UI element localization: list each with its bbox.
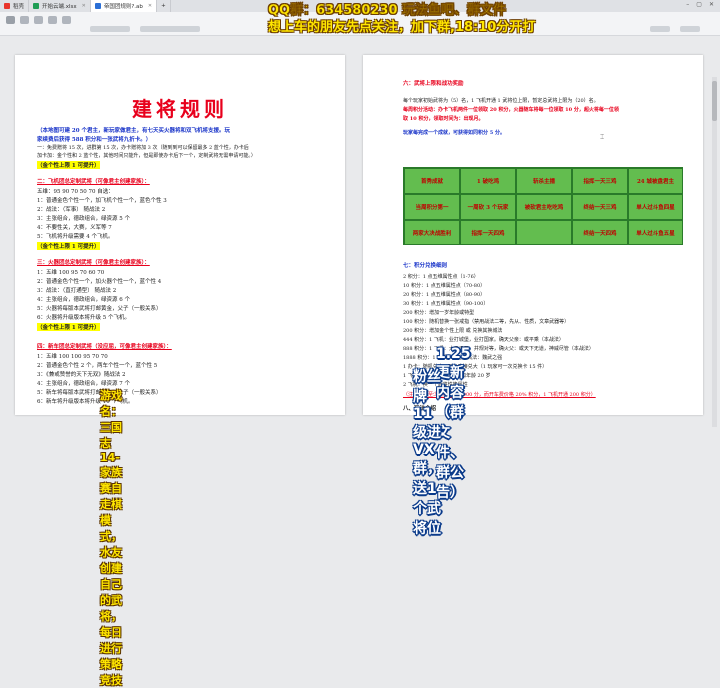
rule-line: 每个玩家初始武将为（5）名，1 飞机开通 1 武将位上限，暂定总武将上限为（20… xyxy=(403,98,599,104)
overlay-update-note: 1.25更新内容（群文件、群公告） xyxy=(436,346,471,501)
highlight-note: （金个性上限 1 可提升） xyxy=(37,323,100,331)
table-cell: 1 破吃鸡 xyxy=(460,168,516,194)
rule-line: 2：普通金色个性一个，加火器个性一个，蓝个性 4 xyxy=(37,279,162,285)
rule-line: 一：免费赠将 15 次，进群第 15 次，办卡赠将加 3 次（随到到可以保留最多… xyxy=(37,145,249,151)
section-heading: 六：武将上限和战功奖励 xyxy=(403,81,464,87)
spreadsheet-icon xyxy=(33,3,40,9)
rule-line: 每周积分活动：办卡飞机两件一位领取 20 积分，火器随车将每一位领取 10 分，… xyxy=(403,107,619,113)
rule-line: 5：火器将每版本武将打邮黄金，父子（一般关系） xyxy=(37,306,162,312)
rule-line: 4：主张组合，德政组合，绿资源 6 个 xyxy=(37,297,130,303)
rule-line: 加卡加：金个性和 2 蓝个性，其他时间只能升，但是即使办卡后下一个，定制武将无需… xyxy=(37,153,256,159)
table-cell: 斩杀主播 xyxy=(516,168,572,194)
rule-line: 2：普通金色个性 2 个，两车个性一个，蓝个性 5 xyxy=(37,363,158,369)
tab-daoke[interactable]: 稻壳 xyxy=(0,0,30,12)
rule-line: 888 积分：1 飞机：大于天亚，并规对等，确火父：或天下无道，神威尽管（本战法… xyxy=(403,346,594,352)
wps-logo-icon xyxy=(4,3,10,9)
rule-line: 1：普通金色个性一个，加飞机个性一个，蓝色个性 3 xyxy=(37,198,167,204)
rule-line: 3：主张组合，德政组合，绿资源 5 个 xyxy=(37,216,130,222)
more-icon[interactable] xyxy=(680,26,700,32)
rule-line: 3：《兼或赞誉的天下无双》随战法 2 xyxy=(37,372,126,378)
rule-line: 1：五维 100 95 70 60 70 xyxy=(37,270,105,276)
section-heading: 三：火器团总定制武将（可像君主创建家族）： xyxy=(37,260,150,266)
rule-line: 200 积分：增加一岁年龄或特型 xyxy=(403,310,475,316)
overlay-game-name: 游戏名：三国志14-家族赛自走棋模式，水友创建自己的武将，每日进行策略竞技 xyxy=(100,389,122,687)
table-cell: 指挥一天三鸡 xyxy=(572,168,628,194)
section-heading: 四：新车团总定制武将（没应屈，可像君主创建家族）： xyxy=(37,344,172,350)
overlay-fan-note: 粉丝牌11级进VX群，送1个武将位 xyxy=(413,369,441,537)
redo-icon[interactable] xyxy=(62,16,71,24)
rule-line: 玩家每完成一个成就，可获得如同积分 5 分。 xyxy=(403,130,505,136)
overlay-join-note: 想上车的朋友先点关注，加下群,18:10分开打 xyxy=(268,20,536,35)
share-icon[interactable] xyxy=(650,26,670,32)
tab-spreadsheet[interactable]: 开始云端.xlsx ✕ xyxy=(29,0,91,12)
rule-line: 4：不要性关，大赛，义军等 7 xyxy=(37,225,112,231)
rule-line: 五维：95 90 70 50 70 自选： xyxy=(37,189,114,195)
rule-line: 100 积分：随机替换一张戒指（禁用战法二等，先从、性质，文章武器等） xyxy=(403,319,570,325)
table-cell: 被砍君主吃吃鸡 xyxy=(516,194,572,220)
rule-line: 20 积分：1 点五维属性点（80-90） xyxy=(403,292,486,298)
document-page-right: 六：武将上限和战功奖励 每个玩家初始武将为（5）名，1 飞机开通 1 武将位上限… xyxy=(363,55,703,415)
table-cell: 指挥一天四鸡 xyxy=(460,220,516,245)
achievement-table: 首秀成就 1 破吃鸡 斩杀主播 指挥一天三鸡 24 城被盘君主 当周积分第一 一… xyxy=(403,167,683,245)
close-tab-icon[interactable]: ✕ xyxy=(82,3,86,9)
close-tab-icon[interactable]: ✕ xyxy=(148,3,152,9)
stream-overlay-top: QQ群：634580230 玩法鱼吧、群文件 想上车的朋友先点关注，加下群,18… xyxy=(268,2,535,36)
tab-document[interactable]: 帝国团规则?.ab ✕ xyxy=(90,0,158,12)
rule-line: 6：火器将升级版本将升级 5 个飞机。 xyxy=(37,315,130,321)
table-cell: 首秀成就 xyxy=(404,168,460,194)
document-page-left: 建将规则 （本地图可建 20 个君主，新玩家做君主，有七天买火器将和双飞机将支援… xyxy=(15,55,345,415)
table-cell: 终结一天四鸡 xyxy=(572,220,628,245)
rule-line: 4：主张组合，德政组合，绿资源 7 个 xyxy=(37,381,130,387)
table-cell: 终结一天三鸡 xyxy=(572,194,628,220)
save-icon[interactable] xyxy=(20,16,29,24)
section-heading: 二：飞机团总定制武将（可像君主创建家族）： xyxy=(37,179,150,185)
rule-line: 30 积分：1 点五维属性点（90-100） xyxy=(403,301,489,307)
rule-line: 3：战法：（直打通型） 随战法 2 xyxy=(37,288,117,294)
maximize-icon[interactable]: ▢ xyxy=(696,1,702,8)
table-cell xyxy=(516,220,572,245)
rule-line: 10 积分：1 点五维属性点（70-80） xyxy=(403,283,486,289)
cursor-icon: ⌶ xyxy=(600,133,605,141)
intro-line: （本地图可建 20 个君主，新玩家做君主，有七天买火器将和双飞机将支援。玩 xyxy=(37,128,230,134)
font-icon[interactable] xyxy=(140,26,200,32)
format-icon[interactable] xyxy=(90,26,130,32)
rule-line: 2 积分：1 点五维属性点（1-76） xyxy=(403,274,479,280)
vertical-scrollbar[interactable] xyxy=(712,77,717,427)
window-controls: – ▢ ✕ xyxy=(686,1,714,8)
minimize-icon[interactable]: – xyxy=(686,1,689,8)
rule-line: 5：飞机将升级需要 4 个飞机。 xyxy=(37,234,114,240)
tab-label: 稻壳 xyxy=(13,4,25,10)
table-cell: 单人过斗鱼五星 xyxy=(628,220,683,245)
tab-label: 帝国团规则?.ab xyxy=(103,4,143,10)
scrollbar-thumb[interactable] xyxy=(712,81,717,121)
rule-line: 444 积分：1 飞机：业打城堡，业打国家。确天父亲：或平乘（本战法） xyxy=(403,337,564,343)
document-workspace[interactable]: 建将规则 （本地图可建 20 个君主，新玩家做君主，有七天买火器将和双飞机将支援… xyxy=(0,37,720,427)
tab-label: 开始云端.xlsx xyxy=(42,4,77,10)
intro-line: 家续费后获得 588 积分和一张武将九折卡。） xyxy=(37,137,152,143)
table-cell: 单人过斗鱼四星 xyxy=(628,194,683,220)
table-cell: 当周积分第一 xyxy=(404,194,460,220)
rule-line: 200 积分：增加金个性上限 或 兑换其换城法 xyxy=(403,328,503,334)
print-icon[interactable] xyxy=(34,16,43,24)
undo-icon[interactable] xyxy=(48,16,57,24)
rule-line: 1：五维 100 100 95 70 70 xyxy=(37,354,108,360)
table-cell: 24 城被盘君主 xyxy=(628,168,683,194)
highlight-note: （金个性上限 1 可提升） xyxy=(37,242,100,250)
rule-line: 取 10 积分，领取时间为：出现月。 xyxy=(403,116,484,122)
overlay-qq-group: QQ群：634580230 玩法鱼吧、群文件 xyxy=(268,3,507,18)
highlight-note: （金个性上限 1 可提升） xyxy=(37,161,100,169)
menu-icon[interactable] xyxy=(6,16,15,24)
section-heading: 七：积分兑换细则 xyxy=(403,263,448,269)
document-icon xyxy=(94,3,101,9)
table-cell: 两家大决战胜利 xyxy=(404,220,460,245)
new-tab-button[interactable]: + xyxy=(157,0,171,12)
rule-line: 2：战法：（军事） 随战法 2 xyxy=(37,207,106,213)
table-cell: 一周砍 3 个玩家 xyxy=(460,194,516,220)
page-title: 建将规则 xyxy=(132,97,228,121)
close-window-icon[interactable]: ✕ xyxy=(709,1,714,8)
